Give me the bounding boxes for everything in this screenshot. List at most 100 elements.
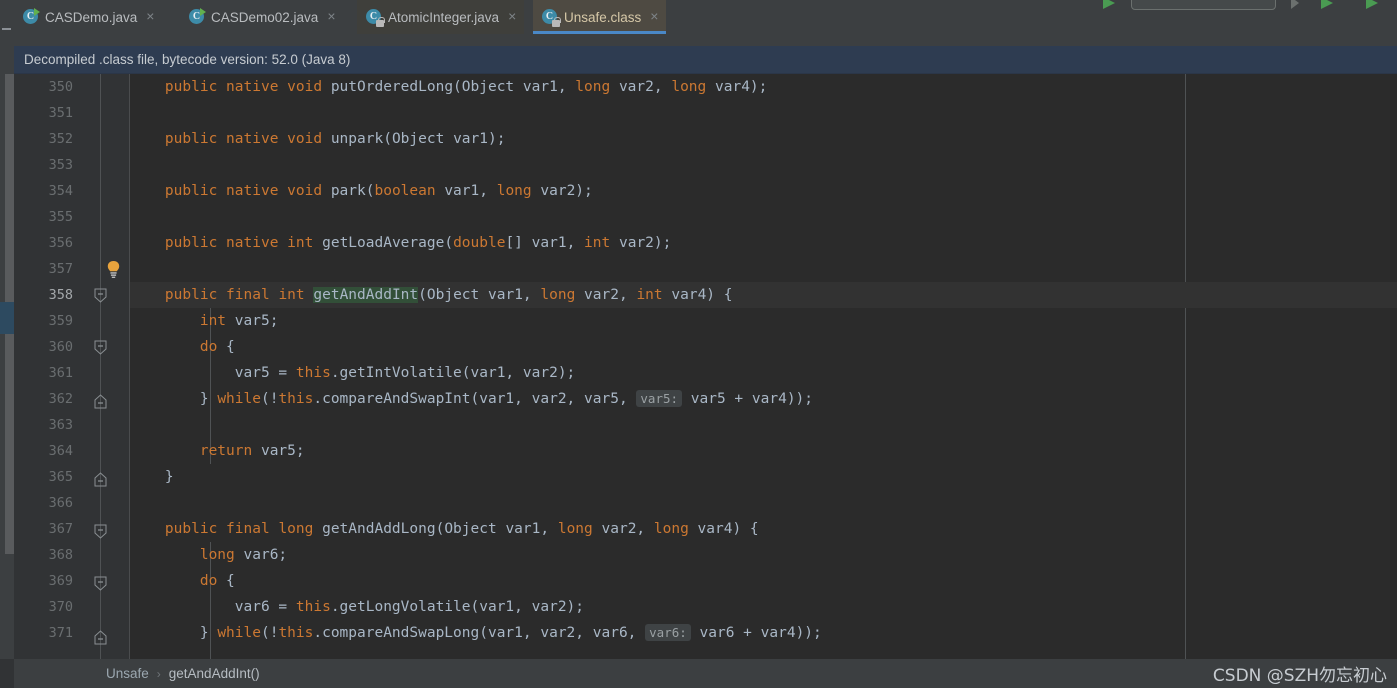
fold-collapse-icon-360[interactable]	[94, 340, 107, 355]
breadcrumb-item-class[interactable]: Unsafe	[106, 666, 149, 681]
fold-collapse-icon-358[interactable]	[94, 288, 107, 303]
code-identifier: var4	[760, 625, 796, 641]
code-line[interactable]: } while(!this.compareAndSwapLong(var1, v…	[130, 620, 1397, 646]
breadcrumb-left-pad	[0, 659, 14, 688]
fold-collapse-icon-369[interactable]	[94, 576, 107, 591]
breadcrumb-bar: Unsafe › getAndAddInt() CSDN @SZH勿忘初心	[0, 659, 1397, 688]
code-line[interactable]: var5 = this.getIntVolatile(var1, var2);	[130, 360, 1397, 386]
code-line-text: var6 = this.getLongVolatile(var1, var2);	[234, 599, 585, 615]
code-line[interactable]: do {	[130, 334, 1397, 360]
code-line[interactable]: public native void unpark(Object var1);	[130, 126, 1397, 152]
code-text-area[interactable]: public native void putOrderedLong(Object…	[130, 74, 1397, 659]
fold-collapse-icon-367[interactable]	[94, 524, 107, 539]
code-line[interactable]	[130, 100, 1397, 126]
code-line[interactable]: public native int getLoadAverage(double[…	[130, 230, 1397, 256]
code-line[interactable]	[130, 204, 1397, 230]
code-line[interactable]	[130, 490, 1397, 516]
tab-close-icon[interactable]: ×	[146, 9, 154, 25]
tab-atomicinteger-java[interactable]: C AtomicInteger.java ×	[357, 0, 525, 34]
line-number-row: 357	[14, 256, 86, 282]
line-number: 364	[48, 443, 73, 459]
breadcrumb: Unsafe › getAndAddInt()	[14, 666, 260, 681]
code-folding-gutter[interactable]	[86, 74, 130, 659]
chevron-right-icon: ›	[156, 666, 161, 681]
code-identifier: var6	[243, 547, 279, 563]
code-keyword: while	[217, 391, 261, 407]
code-identifier: var6	[592, 625, 628, 641]
code-line[interactable]	[130, 256, 1397, 282]
code-line[interactable]: public native void putOrderedLong(Object…	[130, 74, 1397, 100]
line-number: 362	[48, 391, 73, 407]
inline-parameter-hint: var5:	[636, 390, 683, 407]
code-identifier: var2	[531, 391, 567, 407]
code-keyword: int	[636, 287, 663, 303]
code-line-text: public final long getAndAddLong(Object v…	[164, 521, 759, 537]
code-identifier: compareAndSwapLong	[322, 625, 480, 641]
code-identifier: getLoadAverage	[322, 235, 445, 251]
code-line[interactable]	[130, 152, 1397, 178]
run-icon[interactable]	[1103, 0, 1115, 9]
code-line[interactable]: long var6;	[130, 542, 1397, 568]
code-line[interactable]: } while(!this.compareAndSwapInt(var1, va…	[130, 386, 1397, 412]
code-line[interactable]	[130, 412, 1397, 438]
code-keyword: long	[496, 183, 532, 199]
run-icon-2[interactable]	[1321, 0, 1333, 9]
code-identifier: var5	[234, 365, 270, 381]
code-identifier: var1	[444, 183, 480, 199]
code-identifier: unpark	[330, 131, 384, 147]
fold-collapse-icon-371[interactable]	[94, 630, 107, 645]
code-editor[interactable]: 350 351 352 353 354 355 356 357 358 359 360 361 362 3…	[0, 74, 1397, 659]
line-number: 363	[48, 417, 73, 433]
code-line[interactable]: public final long getAndAddLong(Object v…	[130, 516, 1397, 542]
breadcrumb-item-method[interactable]: getAndAddInt()	[169, 666, 260, 681]
fold-collapse-icon-365[interactable]	[94, 472, 107, 487]
code-identifier: park	[330, 183, 366, 199]
code-line[interactable]: public final int getAndAddInt(Object var…	[130, 282, 1397, 308]
code-line-text: }	[130, 469, 174, 485]
line-number: 356	[48, 235, 73, 251]
code-line[interactable]: do {	[130, 568, 1397, 594]
code-keyword: final	[226, 287, 270, 303]
code-keyword: public	[164, 183, 218, 199]
code-keyword: int	[199, 313, 227, 329]
code-line[interactable]: public native void park(boolean var1, lo…	[130, 178, 1397, 204]
code-identifier: var2	[618, 235, 654, 251]
tab-close-icon[interactable]: ×	[508, 9, 516, 25]
code-identifier: getIntVolatile	[339, 365, 462, 381]
editor-marker-scrollbar[interactable]	[0, 74, 14, 659]
code-line-text: public native int getLoadAverage(double[…	[164, 235, 672, 251]
tab-label: CASDemo.java	[45, 9, 138, 25]
code-keyword: long	[653, 521, 689, 537]
code-keyword: this	[295, 599, 331, 615]
tab-close-icon[interactable]: ×	[650, 9, 658, 25]
tab-unsafe-class[interactable]: C Unsafe.class ×	[533, 0, 667, 34]
line-number: 368	[48, 547, 73, 563]
code-line[interactable]: return var5;	[130, 438, 1397, 464]
tab-casdemo02-java[interactable]: C CASDemo02.java ×	[180, 0, 344, 34]
code-identifier: var5	[260, 443, 296, 459]
code-identifier: var4	[671, 287, 707, 303]
code-keyword: long	[671, 79, 707, 95]
code-line-text: long var6;	[199, 547, 288, 563]
tab-close-icon[interactable]: ×	[327, 9, 335, 25]
tab-casdemo-java[interactable]: C CASDemo.java ×	[14, 0, 163, 34]
code-identifier: getLongVolatile	[339, 599, 471, 615]
fold-collapse-icon-362[interactable]	[94, 394, 107, 409]
code-keyword: this	[278, 391, 314, 407]
lightbulb-icon[interactable]	[106, 260, 120, 278]
code-line[interactable]: var6 = this.getLongVolatile(var1, var2);	[130, 594, 1397, 620]
line-number: 353	[48, 157, 73, 173]
code-identifier: var2	[618, 79, 654, 95]
code-identifier: getAndAddInt	[313, 287, 419, 303]
code-identifier: var4	[715, 79, 750, 95]
code-identifier: putOrderedLong	[330, 79, 454, 95]
code-line[interactable]: int var5;	[130, 308, 1397, 334]
line-number-row: 355	[14, 204, 86, 230]
chevron-right-icon[interactable]	[1291, 0, 1299, 9]
debug-icon[interactable]	[1366, 0, 1378, 9]
ide-window: C CASDemo.java × C CASDemo02.java × C At…	[0, 0, 1397, 688]
code-line[interactable]: }	[130, 464, 1397, 490]
search-field[interactable]	[1131, 0, 1276, 10]
tab-list-handle[interactable]	[0, 12, 14, 46]
code-identifier: getAndAddLong	[322, 521, 436, 537]
